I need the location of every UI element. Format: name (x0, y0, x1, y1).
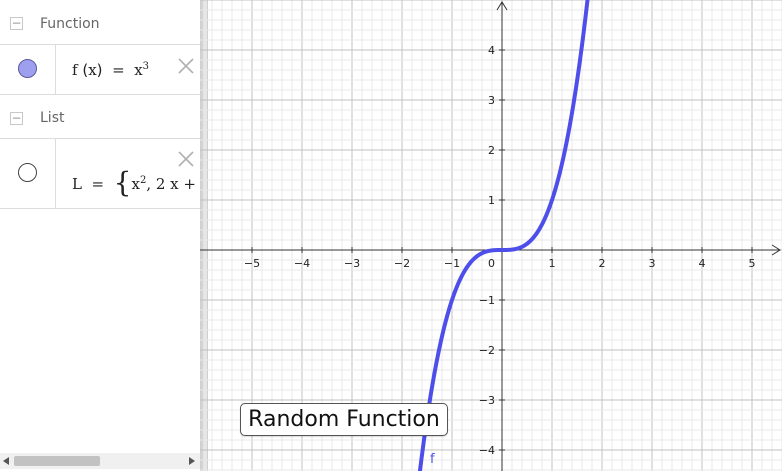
list-term-1: x (131, 175, 140, 193)
list-term-2: 2 x + 3, (155, 175, 200, 193)
y-tick-label: 1 (488, 194, 495, 207)
visibility-toggle-f[interactable] (18, 59, 37, 78)
x-tick-label: −3 (344, 257, 360, 270)
x-tick-label: −4 (294, 257, 310, 270)
x-tick-label: 4 (699, 257, 706, 270)
equals-sign: = (86, 175, 109, 193)
delete-icon[interactable] (178, 58, 194, 74)
collapse-function-button[interactable]: − (10, 17, 23, 30)
group-header-function: − Function (0, 0, 200, 46)
curve-label-f: f (430, 452, 435, 467)
algebra-item-f[interactable]: f (x) = x3 (0, 44, 200, 95)
algebra-view: − Function f (x) = x3 − List L = {x2, 2 … (0, 0, 200, 471)
x-tick-label: 5 (749, 257, 756, 270)
x-tick-label: 1 (549, 257, 556, 270)
x-tick-label: −2 (394, 257, 410, 270)
delete-icon[interactable] (178, 151, 194, 167)
marble-cell (0, 45, 56, 94)
list-name: L (72, 175, 82, 193)
y-tick-label: 2 (488, 144, 495, 157)
scrollbar-thumb[interactable] (14, 456, 100, 466)
random-function-button[interactable]: Random Function (240, 403, 448, 436)
function-name: f (72, 61, 78, 79)
algebra-horizontal-scrollbar[interactable] (0, 453, 200, 469)
comma: , (146, 175, 156, 193)
y-tick-label: 4 (488, 44, 495, 57)
y-tick-label: −3 (479, 394, 495, 407)
collapse-list-button[interactable]: − (10, 112, 23, 125)
scroll-right-arrow-icon[interactable] (189, 457, 195, 465)
equals-sign: = (107, 61, 130, 79)
definition-f[interactable]: f (x) = x3 (72, 61, 149, 79)
definition-L[interactable]: L = {x2, 2 x + 3, (72, 163, 200, 199)
y-tick-label: 3 (488, 94, 495, 107)
x-tick-label: −5 (244, 257, 260, 270)
close-paren: ) (96, 61, 103, 79)
graphics-view[interactable]: −5 −4 −3 −2 −1 1 2 3 4 5 4 3 2 1 −1 −2 −3 −4 0 f (200, 0, 782, 471)
group-label-function: Function (40, 16, 100, 32)
marble-cell (0, 139, 56, 208)
open-brace: { (113, 166, 132, 199)
origin-label: 0 (488, 257, 495, 270)
x-tick-label: −1 (444, 257, 460, 270)
x-tick-label: 2 (599, 257, 606, 270)
rhs-base: x (134, 61, 143, 79)
group-header-list: − List (0, 95, 200, 141)
function-arg: x (88, 61, 97, 79)
algebra-item-L[interactable]: L = {x2, 2 x + 3, (0, 138, 200, 209)
visibility-toggle-L[interactable] (18, 163, 37, 182)
y-tick-label: −1 (479, 294, 495, 307)
y-tick-label: −4 (479, 444, 495, 457)
y-tick-label: −2 (479, 344, 495, 357)
group-label-list: List (40, 110, 65, 126)
scroll-left-arrow-icon[interactable] (3, 457, 9, 465)
rhs-exponent: 3 (142, 61, 150, 72)
x-tick-label: 3 (649, 257, 656, 270)
